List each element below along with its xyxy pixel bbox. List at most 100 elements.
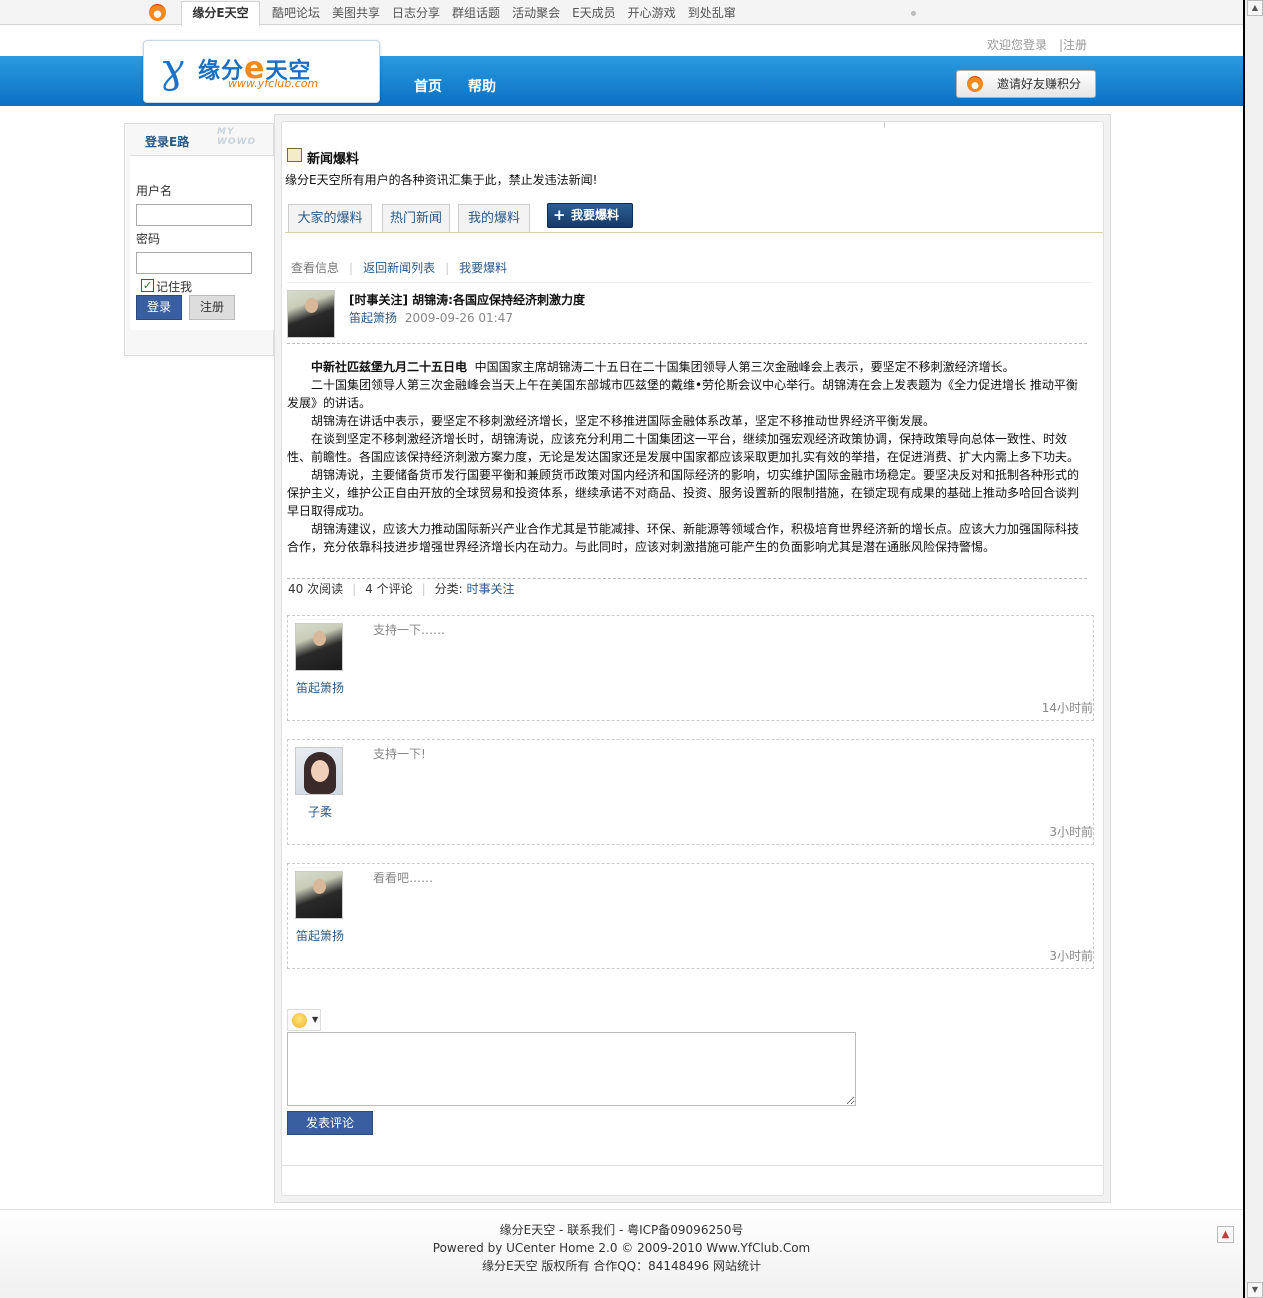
smiley-icon [292,1013,307,1028]
commenter-avatar[interactable] [295,871,343,919]
login-sidebar: 登录E路 MY WOWO 用户名 密码 ✓ 记住我 登录 注册 [124,123,275,356]
top-nav-members[interactable]: E天成员 [572,4,616,21]
commenter-name[interactable]: 子柔 [288,803,352,820]
logo-url: www.yfclub.com [228,77,319,90]
remember-checkbox[interactable]: ✓ [141,279,154,292]
scroll-up-icon[interactable]: ▲ [1247,0,1263,16]
comment-textarea[interactable] [287,1032,856,1106]
invite-button[interactable]: 邀请好友赚积分 [956,70,1096,98]
tab-divider [285,232,1103,233]
nav-home[interactable]: 首页 [414,76,442,96]
post-news-label: 我要爆料 [571,208,620,222]
login-form: 用户名 密码 ✓ 记住我 登录 注册 [130,155,275,330]
comment-item: 子柔 支持一下! 3小时前 [287,739,1094,845]
sub-nav: 查看信息 | 返回新闻列表 | 我要爆料 [291,259,508,276]
site-flame-icon[interactable] [149,4,166,21]
article-paragraph: 中新社匹兹堡九月二十五日电 中国国家主席胡锦涛二十五日在二十国集团领导人第三次金… [311,360,1015,374]
article-body: 中新社匹兹堡九月二十五日电 中国国家主席胡锦涛二十五日在二十国集团领导人第三次金… [287,358,1088,556]
user-links[interactable]: 欢迎您登录 |注册 [987,36,1087,53]
comment-time: 14小时前 [1041,701,1093,715]
commenter-name[interactable]: 笛起箫扬 [288,679,352,696]
top-nav-events[interactable]: 活动聚会 [512,4,560,21]
post-author[interactable]: 笛起箫扬 [349,311,397,325]
commenter-avatar[interactable] [295,747,343,795]
tab-all-news[interactable]: 大家的爆料 [288,204,372,233]
page-description: 缘分E天空所有用户的各种资讯汇集于此，禁止发违法新闻! [285,173,598,187]
comment-text: 支持一下! [373,747,426,761]
site-logo[interactable]: ɣ 缘分e天空 www.yfclub.com [143,40,380,103]
logo-mark-icon: ɣ [160,46,184,92]
subnav-view-info[interactable]: 查看信息 [291,259,339,276]
content-panel: 新闻爆料 缘分E天空所有用户的各种资讯汇集于此，禁止发违法新闻! 大家的爆料 热… [281,121,1104,1196]
comment-text: 看看吧…… [373,871,434,885]
post-meta: 笛起箫扬 2009-09-26 01:47 [349,309,513,326]
article-paragraph: 二十国集团领导人第三次金融峰会当天上午在美国东部城市匹兹堡的戴维•劳伦斯会议中心… [287,378,1078,410]
footer-line3: 缘分E天空 版权所有 合作QQ：84148496 网站统计 [482,1259,761,1273]
invite-label: 邀请好友赚积分 [997,77,1082,91]
article-paragraph: 在谈到坚定不移刺激经济增长时，胡锦涛说，应该充分利用二十国集团这一平台，继续加强… [287,432,1080,464]
view-count: 40 次阅读 [288,582,344,596]
comment-time: 3小时前 [1049,949,1093,963]
top-nav-games[interactable]: 开心游戏 [628,4,676,21]
comment-count: 4 个评论 [365,582,413,596]
top-nav-forum[interactable]: 酷吧论坛 [272,4,320,21]
sidebar-deco: MY WOWO [217,127,257,147]
comment-text: 支持一下…… [373,623,446,637]
login-button[interactable]: 登录 [136,295,182,320]
username-input[interactable] [136,204,252,226]
post-title: [时事关注] 胡锦涛:各国应保持经济刺激力度 [349,293,585,307]
news-icon [287,148,302,162]
topbar-dot [911,11,916,16]
register-button[interactable]: 注册 [189,295,235,320]
plus-icon: + [553,206,566,224]
article-lead: 中新社匹兹堡九月二十五日电 [311,360,468,374]
username-label: 用户名 [136,184,173,198]
submit-comment-button[interactable]: 发表评论 [287,1111,373,1135]
top-nav-blogs[interactable]: 日志分享 [392,4,440,21]
content-bottom-divider [282,1165,1103,1166]
top-nav-random[interactable]: 到处乱窜 [688,4,736,21]
category-link[interactable]: 时事关注 [467,582,515,596]
article-paragraph: 胡锦涛说，主要储备货币发行国要平衡和兼顾货币政策对国内经济和国际经济的影响，切实… [287,468,1080,518]
back-to-top-icon[interactable]: ▲ [1217,1226,1234,1243]
article-paragraph: 胡锦涛建议，应该大力推动国际新兴产业合作尤其是节能减排、环保、新能源等领域合作，… [287,522,1080,554]
tab-my-news[interactable]: 我的爆料 [458,204,530,233]
top-nav: 酷吧论坛 美图共享 日志分享 群组话题 活动聚会 E天成员 开心游戏 到处乱窜 [272,4,748,21]
top-nav-groups[interactable]: 群组话题 [452,4,500,21]
subnav-divider [287,282,1093,283]
nav-help[interactable]: 帮助 [468,76,496,96]
main-nav: 首页 帮助 [414,76,496,96]
author-avatar[interactable] [287,290,335,338]
stats-divider [287,578,1087,579]
top-bar: 缘分E天空 酷吧论坛 美图共享 日志分享 群组话题 活动聚会 E天成员 开心游戏… [0,0,1243,26]
comment-time: 3小时前 [1049,825,1093,839]
commenter-name[interactable]: 笛起箫扬 [288,927,352,944]
password-label: 密码 [136,232,161,246]
sidebar-title: 登录E路 [145,135,190,149]
footer-line2: Powered by UCenter Home 2.0 © 2009-2010 … [432,1241,811,1255]
site-tab[interactable]: 缘分E天空 [181,1,260,26]
comment-item: 笛起箫扬 支持一下…… 14小时前 [287,615,1094,721]
footer-line1: 缘分E天空 - 联系我们 - 粤ICP备09096250号 [499,1223,744,1237]
remember-label: 记住我 [156,280,193,294]
top-nav-photos[interactable]: 美图共享 [332,4,380,21]
main-content: 新闻爆料 缘分E天空所有用户的各种资讯汇集于此，禁止发违法新闻! 大家的爆料 热… [274,114,1111,1203]
tab-hot-news[interactable]: 热门新闻 [382,204,450,233]
scrollbar[interactable]: ▲ ▼ [1243,0,1263,1298]
comment-item: 笛起箫扬 看看吧…… 3小时前 [287,863,1094,969]
subnav-back-list[interactable]: 返回新闻列表 [363,261,435,275]
category-label: 分类: [434,582,463,596]
post-stats: 40 次阅读 | 4 个评论 | 分类: 时事关注 [288,582,515,596]
flame-icon [967,76,983,92]
password-input[interactable] [136,252,252,274]
post-news-button[interactable]: + 我要爆料 [547,203,633,228]
footer: 缘分E天空 - 联系我们 - 粤ICP备09096250号 Powered by… [0,1209,1243,1298]
scroll-down-icon[interactable]: ▼ [1247,1282,1263,1298]
post-date: 2009-09-26 01:47 [404,311,513,325]
emoji-picker[interactable]: ▼ [287,1009,321,1031]
article-paragraph: 胡锦涛在讲话中表示，要坚定不移刺激经济增长，坚定不移推进国际金融体系改革，坚定不… [311,414,936,428]
page-title: 新闻爆料 [307,152,360,167]
subnav-post-news[interactable]: 我要爆料 [459,261,507,275]
commenter-avatar[interactable] [295,623,343,671]
post-divider [287,343,1087,344]
